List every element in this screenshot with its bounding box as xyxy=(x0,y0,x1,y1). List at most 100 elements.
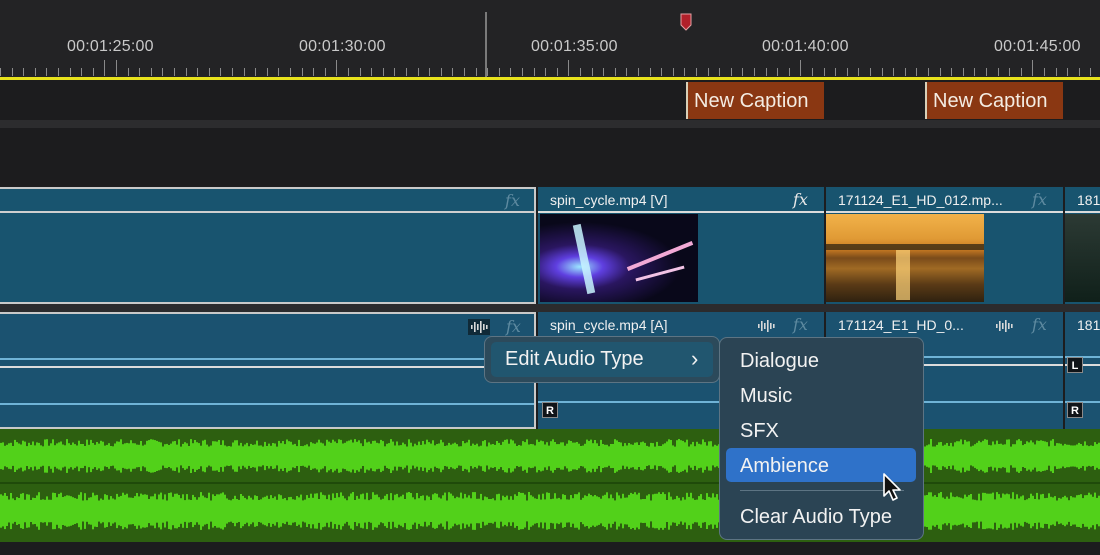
minor-tick xyxy=(1009,68,1010,76)
minor-tick xyxy=(638,68,639,76)
minor-tick xyxy=(858,68,859,76)
minor-tick xyxy=(278,68,279,76)
playhead-line[interactable] xyxy=(485,12,487,78)
major-tick xyxy=(116,60,117,76)
minor-tick xyxy=(963,68,964,76)
video-clip[interactable]: spin_cycle.mp4 [V] fx xyxy=(538,187,824,304)
video-clip[interactable]: fx xyxy=(0,187,536,304)
video-thumbnail xyxy=(826,214,984,302)
video-clip[interactable]: 181 xyxy=(1065,187,1100,304)
clip-name: 171124_E1_HD_0... xyxy=(838,317,964,333)
minor-tick xyxy=(928,68,929,76)
minor-tick xyxy=(870,68,871,76)
minor-tick xyxy=(220,68,221,76)
minor-tick xyxy=(255,68,256,76)
menu-item-music[interactable]: Music xyxy=(740,385,792,408)
minor-tick xyxy=(302,68,303,76)
track-divider xyxy=(0,304,1100,312)
clip-header-line xyxy=(538,211,824,213)
menu-divider xyxy=(740,490,904,491)
menu-item-dialogue[interactable]: Dialogue xyxy=(740,350,819,373)
right-channel-badge: R xyxy=(542,402,558,418)
minor-tick xyxy=(441,68,442,76)
minor-tick xyxy=(383,68,384,76)
minor-tick xyxy=(406,68,407,76)
timecode-label: 00:01:25:00 xyxy=(67,38,154,55)
minor-tick xyxy=(754,68,755,76)
minor-tick xyxy=(487,68,488,76)
minor-tick xyxy=(905,68,906,76)
minor-tick xyxy=(603,68,604,76)
timecode-label: 00:01:35:00 xyxy=(531,38,618,55)
video-thumbnail xyxy=(540,214,698,302)
fx-icon: fx xyxy=(506,317,521,336)
minor-tick xyxy=(174,68,175,76)
audio-clip[interactable]: fx xyxy=(0,312,536,429)
minor-tick xyxy=(1021,68,1022,76)
marker-icon[interactable] xyxy=(680,13,692,31)
major-tick xyxy=(800,60,801,76)
fx-icon: fx xyxy=(793,315,808,334)
empty-track xyxy=(0,128,1100,186)
minor-tick xyxy=(244,68,245,76)
minor-tick xyxy=(974,68,975,76)
menu-item-clear-audio-type[interactable]: Clear Audio Type xyxy=(740,506,892,529)
caption-clip[interactable]: New Caption xyxy=(686,82,824,119)
audio-waveform-track[interactable] xyxy=(0,429,1100,542)
minor-tick xyxy=(1090,68,1091,76)
timeline-footer xyxy=(0,542,1100,555)
minor-tick xyxy=(360,68,361,76)
minor-tick xyxy=(452,68,453,76)
minor-tick xyxy=(418,68,419,76)
minor-tick xyxy=(673,68,674,76)
context-menu: Edit Audio Type › xyxy=(484,336,720,383)
minor-tick xyxy=(1079,68,1080,76)
minor-tick xyxy=(93,68,94,76)
audio-type-submenu: Dialogue Music SFX Ambience Clear Audio … xyxy=(719,337,924,540)
clip-header-line xyxy=(826,211,1063,213)
minor-tick xyxy=(951,68,952,76)
menu-item-ambience[interactable]: Ambience xyxy=(740,455,829,478)
volume-line[interactable] xyxy=(0,358,534,360)
audio-clip[interactable]: 181 L R xyxy=(1065,312,1100,429)
minor-tick xyxy=(766,68,767,76)
minor-tick xyxy=(1067,68,1068,76)
minor-tick xyxy=(81,68,82,76)
minor-tick xyxy=(893,68,894,76)
clip-name: 181 xyxy=(1077,192,1100,208)
mouse-cursor-icon xyxy=(883,473,901,501)
major-tick xyxy=(1032,60,1033,76)
minor-tick xyxy=(592,68,593,76)
clip-name: spin_cycle.mp4 [V] xyxy=(550,192,668,208)
minor-tick xyxy=(476,68,477,76)
minor-tick xyxy=(197,68,198,76)
minor-tick xyxy=(777,68,778,76)
minor-tick xyxy=(1056,68,1057,76)
minor-tick xyxy=(499,68,500,76)
minor-tick xyxy=(661,68,662,76)
minor-tick xyxy=(812,68,813,76)
edit-audio-type-item[interactable]: Edit Audio Type › xyxy=(491,342,713,377)
caption-label: New Caption xyxy=(933,90,1048,112)
minor-tick xyxy=(684,68,685,76)
minor-tick xyxy=(46,68,47,76)
time-ruler[interactable]: 00:01:25:00 00:01:30:00 00:01:35:00 00:0… xyxy=(0,0,1100,78)
menu-item-sfx[interactable]: SFX xyxy=(740,420,779,443)
clip-name: 171124_E1_HD_012.mp... xyxy=(838,192,1003,208)
volume-line[interactable] xyxy=(0,403,534,405)
minor-tick xyxy=(186,68,187,76)
minor-tick xyxy=(128,68,129,76)
waveform-graphic xyxy=(0,439,1100,530)
minor-tick xyxy=(58,68,59,76)
minor-tick xyxy=(731,68,732,76)
caption-clip[interactable]: New Caption xyxy=(925,82,1063,119)
minor-tick xyxy=(882,68,883,76)
video-clip[interactable]: 171124_E1_HD_012.mp... fx xyxy=(826,187,1063,304)
timecode-label: 00:01:45:00 xyxy=(994,38,1081,55)
minor-tick xyxy=(429,68,430,76)
minor-tick xyxy=(1044,68,1045,76)
clip-name: 181 xyxy=(1077,317,1100,333)
minor-tick xyxy=(23,68,24,76)
minor-tick xyxy=(139,68,140,76)
fx-icon: fx xyxy=(1032,190,1047,209)
